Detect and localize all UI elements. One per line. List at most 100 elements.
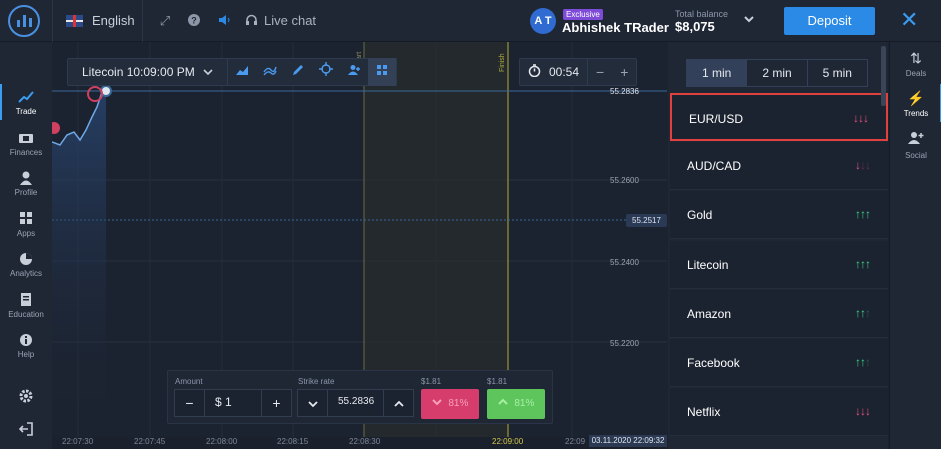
nav-trade[interactable]: Trade (0, 84, 52, 120)
strike-down-button[interactable] (298, 395, 327, 411)
trend-row[interactable]: Litecoin ↑↑↑ (670, 240, 888, 289)
trend-arrows-icon: ↑↑↑ (855, 355, 871, 369)
put-payout: $1.81 (421, 377, 442, 386)
right-sidebar: ⇅ Deals ⚡ Trends Social (889, 42, 941, 449)
strike-stepper: 55.2836 (297, 389, 414, 417)
trend-arrows-icon: ↑↑↑ (855, 305, 871, 320)
pie-chart-icon (20, 253, 32, 265)
nav-deals[interactable]: ⇅ Deals (890, 50, 941, 78)
time-label: 22:08:30 (349, 437, 381, 446)
chevron-down-icon (203, 69, 213, 76)
nav-trends[interactable]: ⚡ Trends (890, 84, 941, 122)
timer-minus-button[interactable]: − (588, 64, 612, 80)
expiry-timer: 00:54 − + (519, 58, 638, 86)
trend-asset-name: Gold (687, 208, 713, 223)
asset-selector[interactable]: Litecoin 10:09:00 PM (68, 58, 228, 86)
amount-plus-button[interactable]: + (262, 395, 291, 411)
amount-label: Amount (175, 377, 203, 386)
nav-education[interactable]: Education (0, 293, 52, 319)
price-label: 55.2400 (610, 258, 639, 267)
strike-up-button[interactable] (384, 395, 413, 411)
tab-2-min[interactable]: 2 min (746, 60, 806, 86)
trend-asset-name: Amazon (687, 306, 732, 321)
trend-row[interactable]: EUR/USD ↓↓↓ (670, 93, 888, 141)
trade-chart-icon (18, 91, 34, 103)
strike-input[interactable]: 55.2836 (327, 389, 384, 417)
nav-apps[interactable]: Apps (0, 212, 52, 238)
chevron-down-icon[interactable] (743, 13, 755, 27)
tab-1-min[interactable]: 1 min (687, 60, 747, 86)
username[interactable]: Abhishek TRader (562, 20, 669, 35)
trend-asset-name: AUD/CAD (687, 159, 742, 174)
wallet-icon (19, 134, 33, 143)
trend-row[interactable]: Amazon ↑↑↑ (670, 289, 888, 338)
trend-asset-name: Litecoin (687, 257, 729, 272)
pencil-icon[interactable] (284, 58, 312, 86)
price-label: 55.2200 (610, 339, 639, 348)
uk-flag-icon (66, 14, 83, 27)
crosshair-icon[interactable] (312, 58, 340, 86)
avatar[interactable]: A T (530, 8, 556, 34)
add-user-icon (890, 131, 941, 148)
trend-period-tabs: 1 min 2 min 5 min (686, 59, 868, 87)
layout-grid-icon[interactable] (367, 58, 396, 86)
settings-icon[interactable] (0, 388, 52, 407)
call-button[interactable]: 81% (487, 389, 545, 419)
indicators-icon[interactable] (256, 58, 284, 86)
timer-plus-button[interactable]: + (612, 64, 636, 80)
amount-minus-button[interactable]: − (175, 395, 204, 411)
balance-value[interactable]: $8,075 (675, 19, 715, 34)
trend-row[interactable]: AUD/CAD ↓↓↓ (670, 142, 888, 191)
headset-icon (246, 14, 257, 25)
nav-help[interactable]: Help (0, 333, 52, 359)
time-label: 22:07:45 (134, 437, 166, 446)
top-bar: English ⤢ ? Live chat A T Exclusive Abhi… (0, 0, 941, 42)
exclusive-badge: Exclusive (563, 9, 603, 20)
language-selector[interactable]: English (66, 13, 135, 28)
nav-finances[interactable]: Finances (0, 131, 52, 157)
deposit-button[interactable]: Deposit (784, 7, 875, 35)
nav-profile[interactable]: Profile (0, 171, 52, 197)
strike-label: Strike rate (298, 377, 335, 386)
left-sidebar: Trade Finances Profile Apps Analytics Ed… (0, 42, 52, 449)
lightning-icon: ⚡ (907, 90, 925, 106)
trend-arrows-icon: ↓↓↓ (855, 404, 871, 419)
current-time-label: 03.11.2020 22:09:32 (589, 435, 667, 447)
trend-asset-name: EUR/USD (689, 112, 744, 126)
live-chat-button[interactable]: Live chat (245, 13, 316, 28)
trend-row[interactable]: Gold ↑↑↑ (670, 191, 888, 240)
logo-icon[interactable] (8, 5, 40, 37)
time-label: 22:08:15 (277, 437, 309, 446)
trend-row[interactable]: Facebook ↑↑↑ (670, 339, 888, 387)
chart-toolbar: Litecoin 10:09:00 PM (67, 58, 397, 86)
trend-row[interactable]: Netflix ↓↓↓ (670, 388, 888, 437)
add-user-icon[interactable] (340, 58, 368, 86)
chevron-down-icon (431, 399, 442, 406)
nav-social[interactable]: Social (890, 131, 941, 160)
trend-asset-name: Netflix (687, 405, 721, 420)
timer-value: 00:54 (549, 65, 580, 79)
finish-label: Finish (499, 53, 506, 72)
close-icon[interactable]: ✕ (900, 9, 918, 31)
trends-scrollbar[interactable] (881, 46, 886, 106)
time-label: 22:08:00 (206, 437, 238, 446)
fullscreen-icon[interactable]: ⤢ (157, 13, 173, 29)
tab-5-min[interactable]: 5 min (806, 60, 867, 86)
nav-analytics[interactable]: Analytics (0, 252, 52, 278)
sound-icon[interactable] (216, 13, 232, 29)
swap-arrows-icon: ⇅ (910, 50, 922, 66)
price-label-top: 55.2836 (610, 87, 639, 96)
svg-text:?: ? (191, 16, 197, 26)
area-chart-icon[interactable] (228, 58, 256, 86)
time-label-finish: 22:09:00 (492, 437, 524, 446)
call-payout: $1.81 (487, 377, 508, 386)
amount-input[interactable]: $ 1 (204, 389, 262, 417)
help-icon[interactable]: ? (186, 13, 202, 29)
put-button[interactable]: 81% (421, 389, 479, 419)
apps-grid-icon (20, 212, 32, 224)
logout-icon[interactable] (0, 421, 52, 440)
balance-label: Total balance (675, 9, 729, 19)
trend-arrows-icon: ↓↓↓ (853, 111, 869, 125)
price-label: 55.2600 (610, 176, 639, 185)
profile-icon (20, 171, 32, 185)
